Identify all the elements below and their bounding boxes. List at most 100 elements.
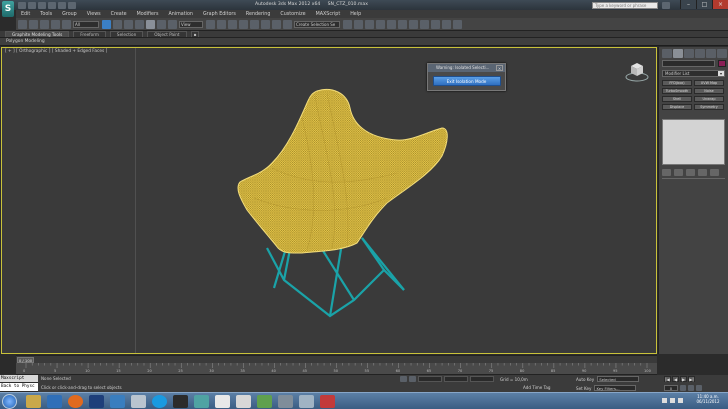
create-tab-icon[interactable] bbox=[662, 49, 672, 58]
symmetry-button[interactable]: Symmetry bbox=[694, 104, 724, 110]
exit-isolation-mode-button[interactable]: Exit Isolation Mode bbox=[432, 76, 501, 86]
motion-tab-icon[interactable] bbox=[695, 49, 705, 58]
hierarchy-tab-icon[interactable] bbox=[684, 49, 694, 58]
menu-edit[interactable]: Edit bbox=[21, 12, 30, 17]
select-object-icon[interactable] bbox=[102, 19, 111, 29]
edit-named-selection-icon[interactable] bbox=[283, 19, 292, 29]
undo-icon[interactable] bbox=[48, 1, 56, 9]
angle-snap-icon[interactable] bbox=[250, 19, 259, 29]
render-setup-icon[interactable] bbox=[420, 19, 429, 29]
document-icon[interactable] bbox=[215, 395, 230, 408]
network-icon[interactable] bbox=[662, 398, 667, 403]
menu-graph-editors[interactable]: Graph Editors bbox=[203, 12, 236, 17]
x-coordinate-field[interactable] bbox=[418, 376, 442, 382]
object-name-field[interactable] bbox=[662, 60, 715, 67]
viewer-icon[interactable] bbox=[299, 395, 314, 408]
app-icon[interactable] bbox=[110, 395, 125, 408]
bind-space-warp-icon[interactable] bbox=[62, 19, 71, 29]
menu-modifiers[interactable]: Modifiers bbox=[137, 12, 159, 17]
chevron-down-icon[interactable]: ▾ bbox=[718, 71, 724, 76]
zoom-icon[interactable] bbox=[680, 385, 686, 391]
auto-key-button[interactable]: Auto Key bbox=[576, 377, 594, 382]
redo-tool-icon[interactable] bbox=[29, 19, 38, 29]
ribbon-options-icon[interactable]: ▪ bbox=[190, 31, 200, 37]
z-coordinate-field[interactable] bbox=[470, 376, 494, 382]
track-bar[interactable]: 0 5 10 15 20 25 30 35 40 45 50 55 60 65 70 75 80 85 90 95 10… bbox=[16, 363, 657, 375]
absolute-mode-icon[interactable] bbox=[409, 376, 416, 382]
tab-graphite-modeling-tools[interactable]: Graphite Modeling Tools bbox=[5, 31, 70, 37]
maxscript-input[interactable]: Back to Physc bbox=[0, 383, 38, 391]
keyboard-shortcut-icon[interactable] bbox=[228, 19, 237, 29]
key-mode-select[interactable]: Selected bbox=[597, 376, 640, 382]
flag-icon[interactable] bbox=[678, 398, 683, 403]
menu-animation[interactable]: Animation bbox=[168, 12, 192, 17]
render-production-icon[interactable] bbox=[442, 19, 451, 29]
tab-freeform[interactable]: Freeform bbox=[73, 31, 106, 37]
maxscript-mini-listener[interactable]: Maxscript bbox=[0, 375, 38, 382]
go-to-start-button[interactable]: |◀ bbox=[664, 376, 671, 382]
orbit-icon[interactable] bbox=[696, 385, 702, 391]
start-button[interactable] bbox=[2, 394, 17, 409]
menu-rendering[interactable]: Rendering bbox=[246, 12, 271, 17]
time-slider[interactable]: 0 / 100 bbox=[16, 355, 657, 363]
tool-icon[interactable] bbox=[278, 395, 293, 408]
explorer-icon[interactable] bbox=[26, 395, 41, 408]
skype-icon[interactable] bbox=[152, 395, 167, 408]
pin-stack-icon[interactable] bbox=[662, 168, 671, 176]
select-and-rotate-icon[interactable] bbox=[157, 19, 166, 29]
curve-editor-icon[interactable] bbox=[387, 19, 396, 29]
go-to-end-button[interactable]: ▶| bbox=[688, 376, 695, 382]
configure-modifier-sets-icon[interactable] bbox=[710, 168, 719, 176]
graphite-toggle-icon[interactable] bbox=[376, 19, 385, 29]
volume-icon[interactable] bbox=[670, 398, 675, 403]
rendered-frame-window-icon[interactable] bbox=[431, 19, 440, 29]
schematic-view-icon[interactable] bbox=[398, 19, 407, 29]
spinner-snap-icon[interactable] bbox=[272, 19, 281, 29]
selection-filter-select[interactable]: All bbox=[73, 20, 99, 28]
pdf-icon[interactable] bbox=[236, 395, 251, 408]
ribbon-polygon-modeling-label[interactable]: Polygon Modeling bbox=[0, 39, 45, 44]
menu-maxscript[interactable]: MAXScript bbox=[316, 12, 341, 17]
save-file-icon[interactable] bbox=[38, 1, 46, 9]
redo-icon[interactable] bbox=[58, 1, 66, 9]
previous-frame-button[interactable]: ◀ bbox=[672, 376, 679, 382]
link-icon[interactable] bbox=[40, 19, 49, 29]
current-frame-field[interactable]: 0 bbox=[664, 385, 678, 391]
unwrap-button[interactable]: Unwrap bbox=[694, 96, 724, 102]
modify-tab-icon[interactable] bbox=[673, 49, 683, 58]
maximize-button[interactable]: □ bbox=[696, 0, 712, 9]
modifier-list-select[interactable]: Modifier List ▾ bbox=[662, 70, 725, 77]
menu-create[interactable]: Create bbox=[111, 12, 127, 17]
media-icon[interactable] bbox=[173, 395, 188, 408]
percent-snap-icon[interactable] bbox=[261, 19, 270, 29]
app-logo-icon[interactable]: S bbox=[2, 1, 14, 17]
uvw-map-button[interactable]: UVW Map bbox=[694, 80, 724, 86]
noise-button[interactable]: Noise bbox=[694, 88, 724, 94]
shell-button[interactable]: Shell bbox=[662, 96, 692, 102]
minimize-button[interactable]: – bbox=[680, 0, 696, 9]
utility-icon[interactable] bbox=[257, 395, 272, 408]
play-button[interactable]: ▶ bbox=[680, 376, 687, 382]
modifier-stack[interactable] bbox=[662, 119, 725, 165]
lock-selection-icon[interactable] bbox=[400, 376, 407, 382]
key-filters-button[interactable]: Key Filters... bbox=[594, 385, 637, 391]
select-and-move-icon[interactable] bbox=[146, 19, 155, 29]
mirror-icon[interactable] bbox=[343, 19, 352, 29]
tab-object-paint[interactable]: Object Paint bbox=[147, 31, 187, 37]
add-time-tag-button[interactable]: Add Time Tag bbox=[523, 385, 550, 390]
select-by-name-icon[interactable] bbox=[113, 19, 122, 29]
material-editor-icon[interactable] bbox=[409, 19, 418, 29]
photoshop-icon[interactable] bbox=[89, 395, 104, 408]
utilities-tab-icon[interactable] bbox=[717, 49, 727, 58]
perspective-viewport[interactable]: [ + ] [ Orthographic ] [ Shaded + Edged … bbox=[1, 47, 657, 354]
make-unique-icon[interactable] bbox=[686, 168, 695, 176]
menu-help[interactable]: Help bbox=[350, 12, 361, 17]
viewcube-icon[interactable] bbox=[625, 60, 649, 82]
menu-tools[interactable]: Tools bbox=[40, 12, 52, 17]
remove-modifier-icon[interactable] bbox=[698, 168, 707, 176]
set-key-button[interactable]: Set Key bbox=[576, 386, 591, 391]
render-iterative-icon[interactable] bbox=[453, 19, 462, 29]
browser-icon[interactable] bbox=[47, 395, 62, 408]
menu-customize[interactable]: Customize bbox=[280, 12, 305, 17]
displace-button[interactable]: Displace bbox=[662, 104, 692, 110]
